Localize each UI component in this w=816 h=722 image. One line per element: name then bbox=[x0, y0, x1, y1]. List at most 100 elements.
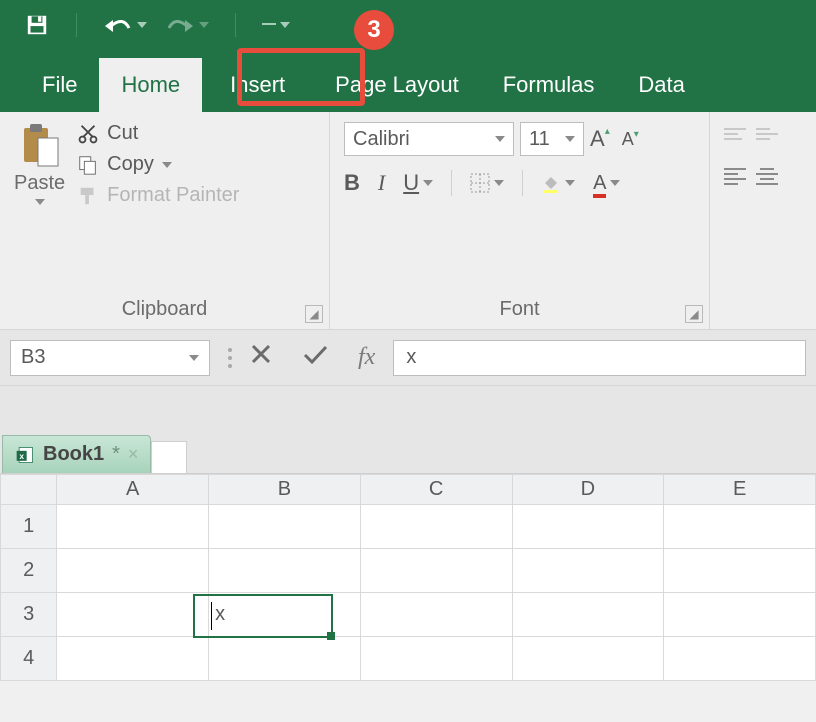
format-painter-icon bbox=[77, 185, 99, 207]
redo-icon bbox=[165, 14, 195, 36]
workbook-tabs: x Book1 * × bbox=[0, 432, 816, 474]
formula-bar: B3 fx x bbox=[0, 330, 816, 386]
cut-button[interactable]: Cut bbox=[77, 122, 239, 145]
copy-icon bbox=[77, 154, 99, 176]
tab-page-layout[interactable]: Page Layout bbox=[313, 58, 481, 112]
column-header-b[interactable]: B bbox=[209, 475, 361, 505]
font-color-button[interactable]: A bbox=[593, 172, 620, 195]
cell-e2[interactable] bbox=[664, 549, 816, 593]
copy-label: Copy bbox=[107, 153, 154, 176]
cell-d2[interactable] bbox=[512, 549, 664, 593]
paste-button[interactable]: Paste bbox=[14, 122, 65, 207]
column-header-d[interactable]: D bbox=[512, 475, 664, 505]
align-middle-button[interactable] bbox=[756, 128, 778, 140]
formula-bar-grip[interactable] bbox=[228, 348, 232, 368]
format-painter-button[interactable]: Format Painter bbox=[77, 184, 239, 207]
cell-b1[interactable] bbox=[209, 505, 361, 549]
cell-c1[interactable] bbox=[360, 505, 512, 549]
underline-button[interactable]: U bbox=[403, 170, 433, 196]
font-size-combo[interactable]: 11 bbox=[520, 122, 584, 156]
row-header-2[interactable]: 2 bbox=[1, 549, 57, 593]
formula-input-value: x bbox=[406, 346, 416, 369]
workbook-tab-book1[interactable]: x Book1 * × bbox=[2, 435, 151, 473]
confirm-edit-button[interactable] bbox=[302, 343, 328, 372]
align-left-button[interactable] bbox=[724, 168, 746, 185]
cell-a1[interactable] bbox=[57, 505, 209, 549]
cell-c3[interactable] bbox=[360, 593, 512, 637]
cell-e4[interactable] bbox=[664, 637, 816, 681]
tab-formulas[interactable]: Formulas bbox=[481, 58, 617, 112]
row-header-4[interactable]: 4 bbox=[1, 637, 57, 681]
group-clipboard: Paste Cut Copy bbox=[0, 112, 330, 329]
workbook-tab-label: Book1 bbox=[43, 443, 104, 466]
ribbon-tabstrip: File Home Insert Page Layout Formulas Da… bbox=[0, 50, 816, 112]
new-workbook-tab[interactable] bbox=[151, 441, 187, 473]
cell-e3[interactable] bbox=[664, 593, 816, 637]
workbook-tab-close[interactable]: × bbox=[128, 444, 139, 465]
ribbon: Paste Cut Copy bbox=[0, 112, 816, 330]
svg-text:x: x bbox=[19, 451, 24, 461]
row-header-1[interactable]: 1 bbox=[1, 505, 57, 549]
align-top-button[interactable] bbox=[724, 128, 746, 140]
name-box-value: B3 bbox=[21, 346, 45, 369]
cell-a4[interactable] bbox=[57, 637, 209, 681]
paste-icon bbox=[20, 122, 60, 168]
cancel-edit-button[interactable] bbox=[250, 343, 272, 372]
cell-d3[interactable] bbox=[512, 593, 664, 637]
clipboard-dialog-launcher[interactable]: ◢ bbox=[305, 305, 323, 323]
workbook-modified-indicator: * bbox=[112, 443, 120, 466]
cell-e1[interactable] bbox=[664, 505, 816, 549]
cell-d1[interactable] bbox=[512, 505, 664, 549]
clipboard-group-label: Clipboard bbox=[14, 292, 315, 325]
paste-label: Paste bbox=[14, 172, 65, 195]
tab-file[interactable]: File bbox=[20, 58, 99, 112]
insert-function-button[interactable]: fx bbox=[358, 344, 375, 371]
column-header-e[interactable]: E bbox=[664, 475, 816, 505]
edit-cursor bbox=[211, 602, 212, 630]
cell-b3[interactable]: x bbox=[209, 593, 361, 637]
check-icon bbox=[302, 343, 328, 365]
save-icon bbox=[24, 12, 50, 38]
font-group-label: Font bbox=[344, 292, 695, 325]
column-header-c[interactable]: C bbox=[360, 475, 512, 505]
column-header-a[interactable]: A bbox=[57, 475, 209, 505]
cell-b4[interactable] bbox=[209, 637, 361, 681]
save-button[interactable] bbox=[24, 12, 50, 38]
copy-button[interactable]: Copy bbox=[77, 153, 239, 176]
cell-d4[interactable] bbox=[512, 637, 664, 681]
x-icon bbox=[250, 343, 272, 365]
quick-access-toolbar bbox=[0, 0, 816, 50]
cut-label: Cut bbox=[107, 122, 138, 145]
font-name-combo[interactable]: Calibri bbox=[344, 122, 514, 156]
cell-b2[interactable] bbox=[209, 549, 361, 593]
font-name-value: Calibri bbox=[353, 128, 410, 151]
cell-a3[interactable] bbox=[57, 593, 209, 637]
tab-data[interactable]: Data bbox=[616, 58, 706, 112]
cell-a2[interactable] bbox=[57, 549, 209, 593]
bold-button[interactable]: B bbox=[344, 170, 360, 196]
formula-input[interactable]: x bbox=[393, 340, 806, 376]
redo-button[interactable] bbox=[165, 14, 209, 36]
row-header-3[interactable]: 3 bbox=[1, 593, 57, 637]
name-box[interactable]: B3 bbox=[10, 340, 210, 376]
tab-home[interactable]: Home bbox=[99, 58, 202, 112]
undo-button[interactable] bbox=[103, 14, 147, 36]
align-center-button[interactable] bbox=[756, 168, 778, 185]
font-dialog-launcher[interactable]: ◢ bbox=[685, 305, 703, 323]
cell-c4[interactable] bbox=[360, 637, 512, 681]
cell-c2[interactable] bbox=[360, 549, 512, 593]
italic-button[interactable]: I bbox=[378, 170, 385, 196]
qat-customize[interactable] bbox=[262, 22, 290, 28]
grow-font-button[interactable]: A▴ bbox=[590, 126, 610, 152]
font-color-icon: A bbox=[593, 172, 606, 195]
annotation-badge: 3 bbox=[354, 10, 394, 50]
borders-button[interactable] bbox=[470, 173, 504, 193]
excel-file-icon: x bbox=[15, 445, 35, 465]
shrink-font-button[interactable]: A▾ bbox=[622, 129, 639, 150]
tab-insert[interactable]: Insert bbox=[202, 58, 313, 112]
borders-icon bbox=[470, 173, 490, 193]
spreadsheet-grid[interactable]: A B C D E 1 2 3 x bbox=[0, 474, 816, 681]
select-all-corner[interactable] bbox=[1, 475, 57, 505]
fill-color-button[interactable] bbox=[541, 173, 575, 193]
group-font: Calibri 11 A▴ A▾ B I U bbox=[330, 112, 710, 329]
